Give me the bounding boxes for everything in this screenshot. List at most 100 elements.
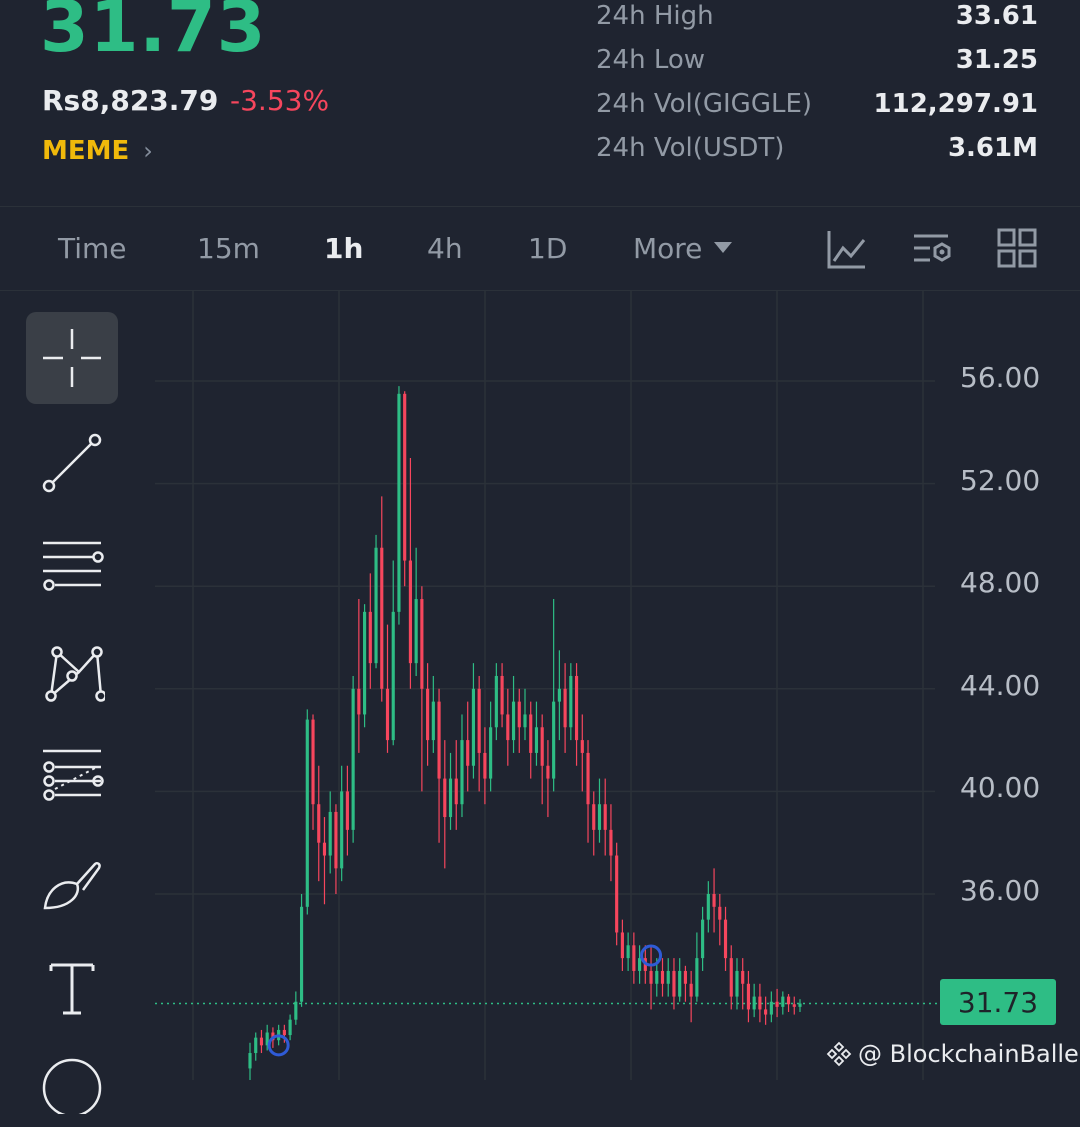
candle-body <box>729 958 733 997</box>
tab-1h[interactable]: 1h <box>324 232 363 265</box>
brush-icon <box>43 861 101 910</box>
stat-label: 24h High <box>596 1 714 31</box>
text-tool-button[interactable] <box>26 942 118 1034</box>
y-axis-tick-label: 40.00 <box>960 771 1041 804</box>
candle-body <box>380 547 384 689</box>
caret-down-icon <box>714 241 733 253</box>
stat-value: 31.25 <box>955 45 1038 75</box>
candle-body <box>448 778 453 818</box>
shape-tool-button[interactable] <box>26 1035 118 1127</box>
candle-body <box>454 778 458 805</box>
stat-label: 24h Low <box>596 45 706 75</box>
stat-value: 112,297.91 <box>873 89 1038 119</box>
layout-grid-icon[interactable] <box>997 228 1037 268</box>
crosshair-tool-button[interactable] <box>26 312 118 404</box>
candle-body <box>592 804 596 830</box>
y-axis-tick-label: 48.00 <box>960 566 1041 599</box>
candle-body <box>552 701 556 779</box>
candle-body <box>420 599 424 689</box>
candle-body <box>345 791 349 830</box>
candle-body <box>248 1053 252 1069</box>
candle-body <box>586 752 590 805</box>
binance-logo-icon <box>826 1041 852 1067</box>
candle-body <box>701 919 705 959</box>
stat-row-24h-low: 24h Low 31.25 <box>596 40 1038 80</box>
stat-row-24h-vol-quote: 24h Vol(USDT) 3.61M <box>596 128 1038 168</box>
candle-body <box>689 983 693 997</box>
candle-body <box>534 727 539 753</box>
tab-15m[interactable]: 15m <box>197 232 260 265</box>
candle-body <box>328 811 332 856</box>
horizontal-lines-tool-button[interactable] <box>26 522 118 614</box>
candle-body <box>368 611 372 664</box>
candle-body <box>597 804 602 830</box>
candle-body <box>431 701 435 741</box>
candle-body <box>494 675 498 728</box>
fib-channel-tool-button[interactable] <box>26 732 118 824</box>
pattern-tool-button[interactable] <box>26 627 118 719</box>
tab-more[interactable]: More <box>633 232 733 265</box>
candle-body <box>706 894 710 920</box>
candle-body <box>735 970 739 997</box>
text-tool-icon <box>49 963 95 1015</box>
candle-body <box>254 1037 258 1054</box>
candle-body <box>655 970 659 984</box>
candle-body <box>523 714 527 728</box>
candle-body <box>712 894 716 907</box>
drawing-tools-sidebar <box>0 291 150 1114</box>
candle-body <box>746 983 751 1010</box>
candle-body <box>569 675 573 728</box>
candle-body <box>557 688 561 702</box>
fiat-price: Rs8,823.79 <box>42 84 219 117</box>
candle-body <box>666 970 670 984</box>
candle-body <box>317 804 321 843</box>
candle-body <box>741 970 745 984</box>
brush-tool-button[interactable] <box>26 837 118 929</box>
last-price-tag: 31.73 <box>940 979 1056 1025</box>
candle-body <box>672 970 676 997</box>
tab-more-label: More <box>633 232 703 265</box>
interval-tabs: Time 15m 1h 4h 1D More <box>0 210 1080 290</box>
candle-body <box>775 1001 779 1007</box>
candle-body <box>340 791 344 869</box>
stat-value: 3.61M <box>947 133 1038 163</box>
category-tag-link[interactable]: MEME › <box>42 136 153 166</box>
candle-body <box>563 688 567 728</box>
candle-body <box>460 740 464 805</box>
candle-body <box>357 688 361 715</box>
candlestick-chart[interactable] <box>0 291 1080 1080</box>
candle-body <box>769 1001 773 1015</box>
candle-body <box>638 958 642 971</box>
indicator-chart-icon[interactable] <box>826 228 868 270</box>
candle-body <box>603 804 607 830</box>
candle-body <box>764 1009 768 1015</box>
candle-body <box>786 996 791 1005</box>
candle-body <box>580 740 584 753</box>
candle-body <box>322 842 327 856</box>
candle-body <box>626 945 630 959</box>
stat-label: 24h Vol(GIGGLE) <box>596 89 813 119</box>
candle-body <box>391 611 395 741</box>
stat-row-24h-vol-base: 24h Vol(GIGGLE) 112,297.91 <box>596 84 1038 124</box>
trend-line-icon <box>42 433 102 493</box>
chart-area[interactable]: 56.00 52.00 48.00 44.00 40.00 36.00 31.7… <box>0 291 1080 1114</box>
candle-body <box>632 945 636 971</box>
fib-channel-icon <box>43 749 104 801</box>
candle-body <box>471 688 476 766</box>
last-price: 31.73 <box>40 0 267 68</box>
tab-1d[interactable]: 1D <box>528 232 567 265</box>
candle-body <box>374 547 378 664</box>
trend-line-tool-button[interactable] <box>26 417 118 509</box>
ticker-header: 31.73 Rs8,823.79 -3.53% MEME › 24h High … <box>0 0 1080 206</box>
candle-body <box>529 714 533 753</box>
candle-body <box>403 393 407 561</box>
chart-settings-icon[interactable] <box>912 228 954 270</box>
candle-body <box>718 906 722 920</box>
candle-body <box>483 752 487 779</box>
candle-body <box>414 599 418 664</box>
candle-body <box>299 906 304 1002</box>
tab-4h[interactable]: 4h <box>427 232 463 265</box>
stat-row-24h-high: 24h High 33.61 <box>596 0 1038 36</box>
candle-body <box>649 970 653 984</box>
tab-time[interactable]: Time <box>58 232 127 265</box>
